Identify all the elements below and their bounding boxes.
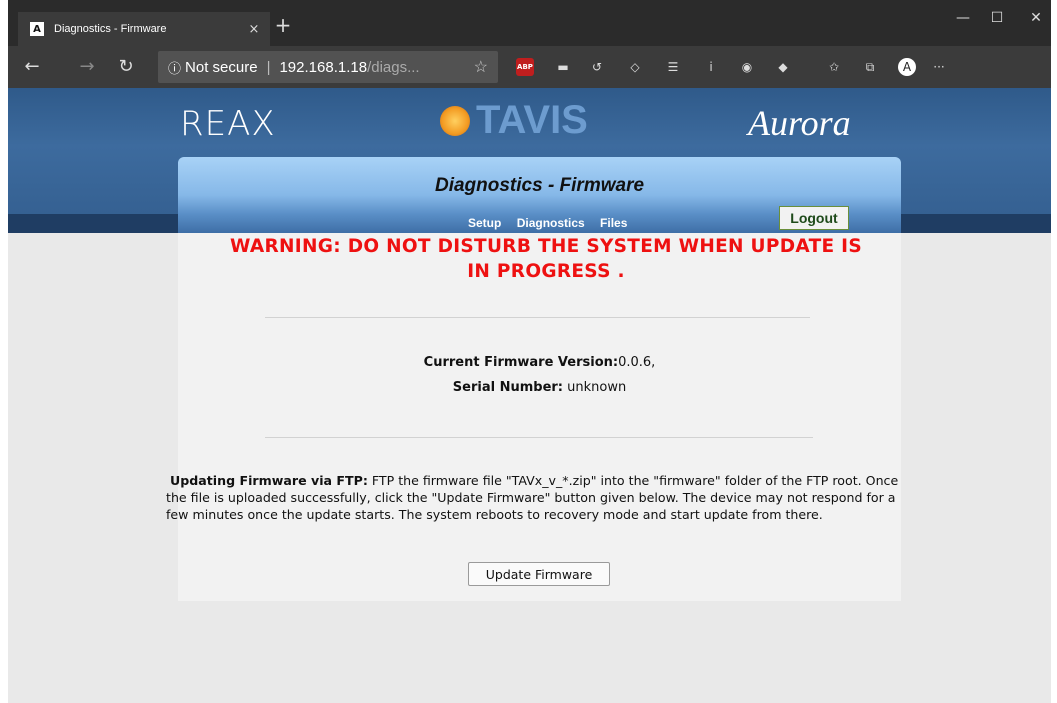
warning-line-1: WARNING: DO NOT DISTURB THE SYSTEM WHEN … bbox=[229, 236, 862, 257]
minimize-button[interactable]: — bbox=[948, 10, 978, 26]
address-path: /diags... bbox=[367, 58, 420, 76]
adblock-plus-icon[interactable]: ABP bbox=[516, 58, 534, 76]
aurora-extension-icon[interactable]: ◉ bbox=[738, 58, 756, 76]
security-label: Not secure bbox=[185, 58, 258, 76]
window-frame-right bbox=[1051, 0, 1057, 703]
address-host: 192.168.1.18 bbox=[279, 58, 368, 76]
tavis-logo: TAVIS bbox=[440, 98, 588, 143]
reax-logo: REAX bbox=[180, 104, 276, 144]
serial-number-value: unknown bbox=[563, 380, 627, 395]
nav-diagnostics-link[interactable]: Diagnostics bbox=[517, 216, 585, 230]
tavis-mark-icon bbox=[440, 105, 470, 136]
close-window-button[interactable]: ✕ bbox=[1021, 10, 1051, 26]
info-icon[interactable]: ⓘ bbox=[168, 58, 181, 77]
divider-bottom bbox=[265, 437, 813, 438]
shield-icon[interactable]: ◇ bbox=[626, 58, 644, 76]
serial-number-label: Serial Number: bbox=[452, 380, 563, 395]
refresh-icon[interactable]: ↻ bbox=[114, 56, 138, 77]
favorite-star-icon[interactable]: ☆ bbox=[474, 57, 488, 77]
history-extension-icon[interactable]: ↺ bbox=[588, 58, 606, 76]
browser-tab[interactable]: A Diagnostics - Firmware × bbox=[18, 12, 270, 46]
window-frame-left bbox=[0, 0, 8, 703]
ftp-instructions: Updating Firmware via FTP: FTP the firmw… bbox=[166, 472, 901, 523]
header-panel: Diagnostics - Firmware Setup Diagnostics… bbox=[178, 157, 901, 233]
puzzle-extension-icon[interactable]: ◆ bbox=[774, 58, 792, 76]
profile-avatar[interactable]: A bbox=[898, 58, 916, 76]
more-menu-icon[interactable]: ··· bbox=[930, 58, 948, 76]
address-bar[interactable]: ⓘ Not secure | 192.168.1.18 /diags... ☆ bbox=[158, 51, 498, 83]
divider-top bbox=[265, 317, 810, 318]
update-firmware-button[interactable]: Update Firmware bbox=[468, 562, 610, 586]
main-nav: Setup Diagnostics Files bbox=[468, 216, 639, 230]
page-title: Diagnostics - Firmware bbox=[434, 175, 645, 196]
info-extension-icon[interactable]: i bbox=[702, 58, 720, 76]
aurora-favicon-icon: A bbox=[30, 22, 44, 36]
browser-toolbar: ← → ↻ ⓘ Not secure | 192.168.1.18 /diags… bbox=[8, 46, 1051, 88]
serial-number-line: Serial Number: unknown bbox=[178, 380, 901, 395]
firmware-version-line: Current Firmware Version:0.0.6, bbox=[178, 355, 901, 370]
content-panel bbox=[178, 233, 901, 601]
nav-files-link[interactable]: Files bbox=[600, 216, 627, 230]
nav-setup-link[interactable]: Setup bbox=[468, 216, 501, 230]
collections-icon[interactable]: ⧉ bbox=[861, 58, 879, 76]
new-tab-button[interactable]: + bbox=[270, 14, 296, 36]
warning-line-2: IN PROGRESS . bbox=[467, 261, 625, 282]
address-separator: | bbox=[266, 58, 271, 76]
back-arrow-icon[interactable]: ← bbox=[20, 56, 44, 77]
browser-titlebar: A Diagnostics - Firmware × + — ☐ ✕ bbox=[8, 0, 1051, 46]
forward-arrow-icon[interactable]: → bbox=[75, 56, 99, 77]
aurora-logo: Aurora bbox=[748, 103, 851, 143]
tavis-logo-text: TAVIS bbox=[476, 98, 588, 142]
tab-title: Diagnostics - Firmware bbox=[54, 23, 167, 35]
reading-view-icon[interactable]: ☰ bbox=[664, 58, 682, 76]
extension-icon[interactable]: ▬ bbox=[554, 58, 572, 76]
tab-close-button[interactable]: × bbox=[244, 22, 264, 37]
favorites-list-icon[interactable]: ✩ bbox=[825, 58, 843, 76]
ftp-heading: Updating Firmware via FTP: bbox=[170, 473, 368, 488]
logout-button[interactable]: Logout bbox=[779, 206, 849, 230]
firmware-version-label: Current Firmware Version: bbox=[423, 355, 619, 370]
maximize-button[interactable]: ☐ bbox=[982, 10, 1012, 26]
update-warning: WARNING: DO NOT DISTURB THE SYSTEM WHEN … bbox=[186, 234, 906, 284]
firmware-version-value: 0.0.6, bbox=[618, 355, 656, 370]
